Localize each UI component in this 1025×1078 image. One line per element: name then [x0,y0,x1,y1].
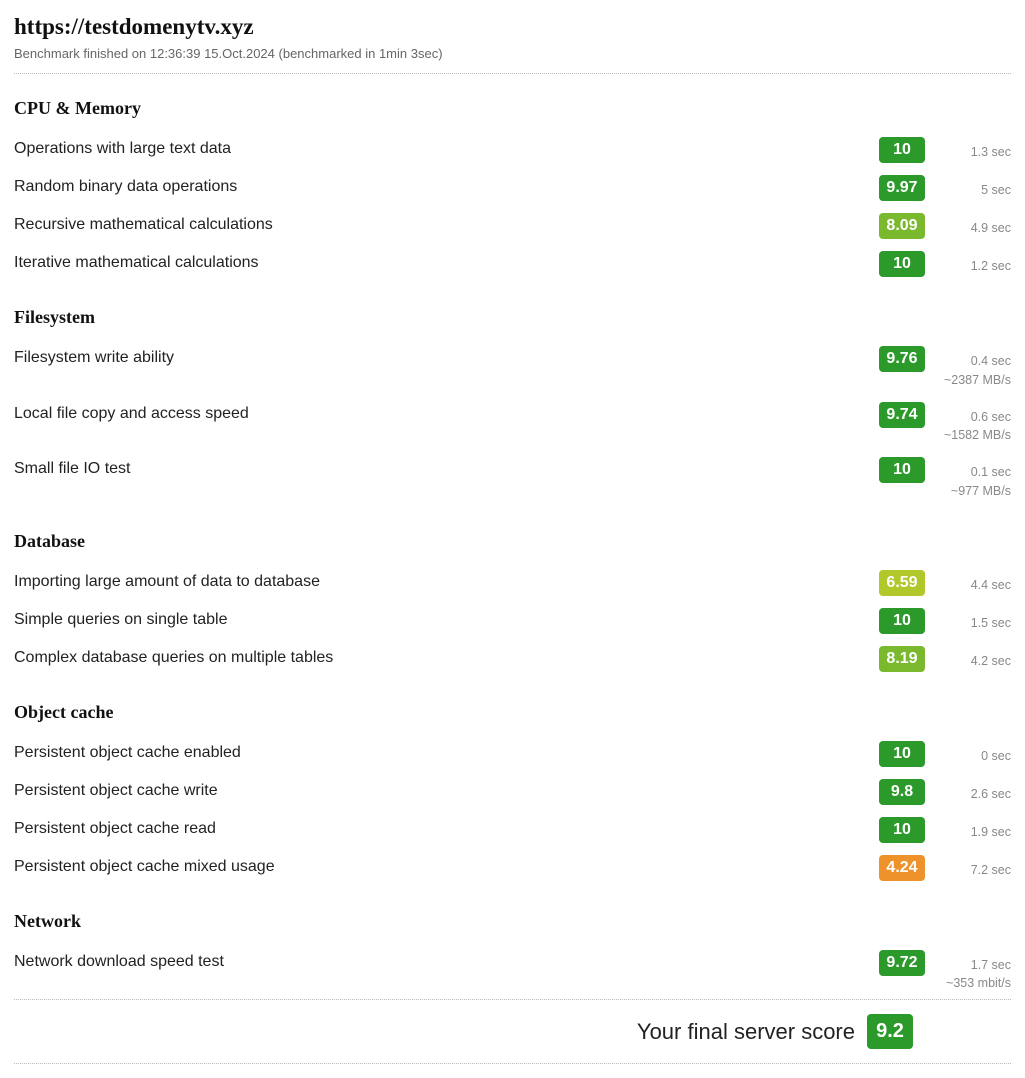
score-badge: 6.59 [879,570,925,596]
divider [14,73,1011,74]
benchmark-meta: 2.6 sec [925,779,1011,804]
benchmark-meta: 1.9 sec [925,817,1011,842]
section-title: Object cache [14,702,1011,723]
divider [14,1063,1011,1064]
benchmark-label: Recursive mathematical calculations [14,213,879,234]
benchmark-label: Simple queries on single table [14,608,879,629]
benchmark-meta: 1.7 sec~353 mbit/s [925,950,1011,994]
benchmark-sections: CPU & Memory Operations with large text d… [14,98,1011,999]
benchmark-label: Network download speed test [14,950,879,971]
benchmark-label: Complex database queries on multiple tab… [14,646,879,667]
benchmark-row: Simple queries on single table101.5 sec [14,602,1011,640]
benchmark-row: Recursive mathematical calculations8.094… [14,207,1011,245]
benchmark-meta: 1.3 sec [925,137,1011,162]
benchmark-meta: 0.1 sec~977 MB/s [925,457,1011,501]
score-badge: 9.72 [879,950,925,976]
benchmark-row: Network download speed test9.721.7 sec~3… [14,944,1011,1000]
benchmark-label: Iterative mathematical calculations [14,251,879,272]
benchmark-meta: 4.9 sec [925,213,1011,238]
benchmark-meta: 4.2 sec [925,646,1011,671]
section-title: CPU & Memory [14,98,1011,119]
benchmark-meta: 0 sec [925,741,1011,766]
benchmark-row: Local file copy and access speed9.740.6 … [14,396,1011,452]
section-title: Network [14,911,1011,932]
score-badge: 9.97 [879,175,925,201]
section-title: Filesystem [14,307,1011,328]
benchmark-label: Persistent object cache enabled [14,741,879,762]
benchmark-row: Complex database queries on multiple tab… [14,640,1011,678]
score-badge: 10 [879,137,925,163]
benchmark-row: Persistent object cache enabled100 sec [14,735,1011,773]
score-badge: 9.8 [879,779,925,805]
benchmark-row: Iterative mathematical calculations101.2… [14,245,1011,283]
score-badge: 10 [879,251,925,277]
benchmark-label: Small file IO test [14,457,879,478]
benchmark-label: Persistent object cache mixed usage [14,855,879,876]
benchmark-label: Random binary data operations [14,175,879,196]
score-badge: 10 [879,608,925,634]
benchmark-meta: 5 sec [925,175,1011,200]
score-badge: 10 [879,457,925,483]
benchmark-label: Filesystem write ability [14,346,879,367]
benchmark-label: Persistent object cache read [14,817,879,838]
benchmark-meta: 7.2 sec [925,855,1011,880]
score-badge: 4.24 [879,855,925,881]
score-badge: 8.19 [879,646,925,672]
benchmark-row: Operations with large text data101.3 sec [14,131,1011,169]
benchmark-row: Persistent object cache read101.9 sec [14,811,1011,849]
benchmark-meta: 0.4 sec~2387 MB/s [925,346,1011,390]
benchmark-meta: 1.5 sec [925,608,1011,633]
benchmark-meta: 0.6 sec~1582 MB/s [925,402,1011,446]
final-score-label: Your final server score [637,1019,855,1045]
benchmark-row: Importing large amount of data to databa… [14,564,1011,602]
score-badge: 8.09 [879,213,925,239]
final-score-row: Your final server score 9.2 [14,1000,1011,1063]
benchmark-row: Persistent object cache write9.82.6 sec [14,773,1011,811]
benchmark-row: Random binary data operations9.975 sec [14,169,1011,207]
benchmark-label: Persistent object cache write [14,779,879,800]
score-badge: 10 [879,741,925,767]
score-badge: 10 [879,817,925,843]
benchmark-row: Filesystem write ability9.760.4 sec~2387… [14,340,1011,396]
benchmark-label: Importing large amount of data to databa… [14,570,879,591]
benchmark-timestamp: Benchmark finished on 12:36:39 15.Oct.20… [14,46,1011,61]
benchmark-row: Persistent object cache mixed usage4.247… [14,849,1011,887]
score-badge: 9.76 [879,346,925,372]
score-badge: 9.74 [879,402,925,428]
benchmark-label: Local file copy and access speed [14,402,879,423]
benchmark-meta: 4.4 sec [925,570,1011,595]
section-title: Database [14,531,1011,552]
benchmark-row: Small file IO test100.1 sec~977 MB/s [14,451,1011,507]
benchmark-meta: 1.2 sec [925,251,1011,276]
benchmark-label: Operations with large text data [14,137,879,158]
page-title: https://testdomenytv.xyz [14,14,1011,40]
final-score-badge: 9.2 [867,1014,913,1049]
